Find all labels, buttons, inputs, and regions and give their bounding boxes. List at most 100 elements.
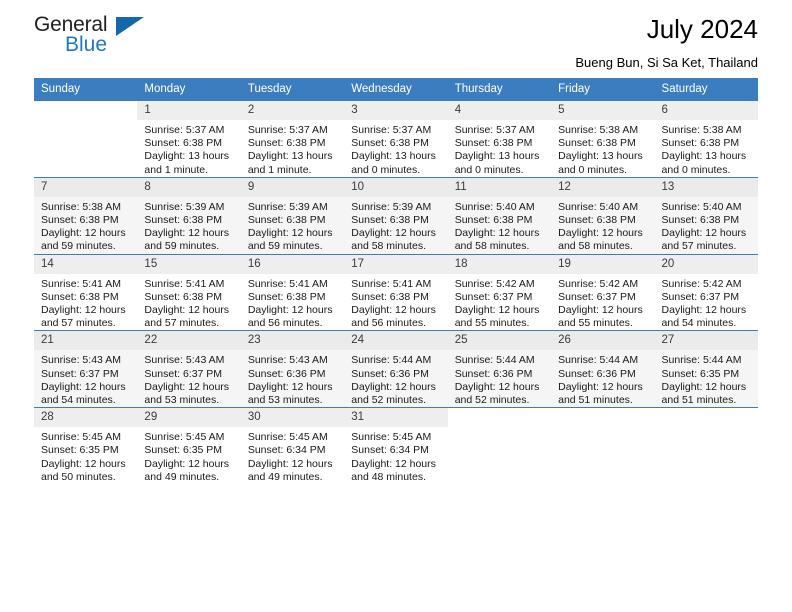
sun-info-line-sunrise: Sunrise: 5:43 AM	[41, 354, 121, 367]
day-sun-info: Sunrise: 5:44 AM Sunset: 6:36 PM Daylight:…	[551, 350, 654, 407]
day-number: 6	[654, 101, 758, 120]
calendar-day-cell[interactable]: 5 Sunrise: 5:38 AM Sunset: 6:38 PM Daylight…	[551, 100, 655, 178]
sun-info-line-sunrise: Sunrise: 5:45 AM	[351, 431, 432, 444]
sun-info-line-daylight-1: Daylight: 12 hours	[41, 457, 126, 470]
general-blue-logo[interactable]: General Blue	[34, 14, 154, 60]
day-number: 24	[344, 331, 448, 351]
sun-info-line-sunset: Sunset: 6:38 PM	[558, 137, 636, 150]
calendar-day-cell[interactable]: 31 Sunrise: 5:45 AM Sunset: 6:34 PM Dayligh…	[344, 407, 448, 485]
day-sun-info: Sunrise: 5:37 AM Sunset: 6:38 PM Daylight:…	[137, 120, 240, 177]
weekday-header-thursday: Thursday	[447, 78, 552, 101]
sun-info-line-sunset: Sunset: 6:34 PM	[247, 444, 326, 457]
day-cell-content: 4 Sunrise: 5:37 AM Sunset: 6:38 PM Daylight…	[447, 101, 552, 177]
day-number	[655, 408, 758, 427]
sun-info-line-daylight-1: Daylight: 12 hours	[247, 304, 333, 317]
calendar-day-cell[interactable]: 11 Sunrise: 5:40 AM Sunset: 6:38 PM Dayligh…	[447, 176, 552, 255]
day-number: 29	[137, 408, 241, 428]
day-number: 20	[654, 254, 758, 274]
calendar-day-cell[interactable]: 20 Sunrise: 5:42 AM Sunset: 6:37 PM Dayligh…	[654, 253, 758, 331]
day-cell-content: 15 Sunrise: 5:41 AM Sunset: 6:38 PM Dayligh…	[137, 254, 241, 331]
sun-info-line-daylight-1: Daylight: 13 hours	[454, 150, 540, 163]
day-number: 30	[240, 408, 345, 428]
sun-info-line-sunset: Sunset: 6:38 PM	[144, 290, 223, 303]
day-sun-info: Sunrise: 5:38 AM Sunset: 6:38 PM Daylight:…	[551, 120, 654, 177]
calendar-day-cell[interactable]: 3 Sunrise: 5:37 AM Sunset: 6:38 PM Daylight…	[344, 100, 448, 178]
calendar-day-cell[interactable]: 30 Sunrise: 5:45 AM Sunset: 6:34 PM Dayligh…	[240, 407, 345, 485]
day-number: 25	[447, 331, 552, 351]
sun-info-line-daylight-1: Daylight: 12 hours	[454, 304, 540, 317]
day-cell-content: 21 Sunrise: 5:43 AM Sunset: 6:37 PM Dayligh…	[34, 331, 138, 407]
day-sun-info: Sunrise: 5:43 AM Sunset: 6:37 PM Daylight:…	[137, 350, 240, 407]
day-sun-info: Sunrise: 5:40 AM Sunset: 6:38 PM Daylight:…	[551, 197, 654, 254]
sun-info-line-sunset: Sunset: 6:38 PM	[144, 137, 223, 150]
calendar-day-cell[interactable]: 7 Sunrise: 5:38 AM Sunset: 6:38 PM Daylight…	[34, 176, 138, 255]
calendar-day-cell[interactable]: 24 Sunrise: 5:44 AM Sunset: 6:36 PM Dayligh…	[344, 330, 448, 408]
calendar-day-cell[interactable]: 8 Sunrise: 5:39 AM Sunset: 6:38 PM Daylight…	[137, 176, 241, 255]
sun-info-line-sunset: Sunset: 6:38 PM	[351, 290, 429, 303]
sun-info-line-sunrise: Sunrise: 5:37 AM	[247, 124, 328, 136]
day-cell-content: 2 Sunrise: 5:37 AM Sunset: 6:38 PM Daylight…	[240, 101, 345, 177]
sun-info-line-daylight-2: and 58 minutes.	[351, 240, 426, 253]
sun-info-line-sunrise: Sunrise: 5:43 AM	[247, 354, 328, 367]
day-sun-info: Sunrise: 5:39 AM Sunset: 6:38 PM Daylight:…	[137, 197, 240, 254]
day-cell-content: 10 Sunrise: 5:39 AM Sunset: 6:38 PM Dayligh…	[344, 177, 448, 254]
day-sun-info: Sunrise: 5:37 AM Sunset: 6:38 PM Daylight:…	[241, 120, 344, 177]
calendar-day-cell[interactable]: 19 Sunrise: 5:42 AM Sunset: 6:37 PM Dayligh…	[551, 253, 655, 331]
sun-info-line-daylight-2: and 51 minutes.	[558, 394, 633, 407]
day-cell-content: 3 Sunrise: 5:37 AM Sunset: 6:38 PM Daylight…	[344, 101, 448, 177]
day-sun-info: Sunrise: 5:42 AM Sunset: 6:37 PM Daylight:…	[551, 274, 654, 331]
calendar-day-cell[interactable]: 25 Sunrise: 5:44 AM Sunset: 6:36 PM Dayligh…	[447, 330, 552, 408]
day-sun-info: Sunrise: 5:43 AM Sunset: 6:37 PM Daylight:…	[34, 350, 137, 407]
title-block: July 2024 Bueng Bun, Si Sa Ket, Thailand	[575, 14, 758, 71]
sun-info-line-daylight-2: and 59 minutes.	[41, 240, 116, 253]
sun-info-line-sunrise: Sunrise: 5:44 AM	[351, 354, 432, 367]
page-title: July 2024	[646, 14, 758, 44]
calendar-day-cell[interactable]: 17 Sunrise: 5:41 AM Sunset: 6:38 PM Dayligh…	[344, 253, 448, 331]
day-cell-content: 7 Sunrise: 5:38 AM Sunset: 6:38 PM Daylight…	[34, 177, 138, 254]
calendar-day-cell[interactable]: 2 Sunrise: 5:37 AM Sunset: 6:38 PM Daylight…	[240, 100, 345, 178]
sun-info-line-daylight-1: Daylight: 12 hours	[661, 380, 747, 393]
day-number: 10	[344, 177, 448, 197]
sun-info-line-daylight-2: and 58 minutes.	[558, 240, 633, 253]
calendar-day-cell-empty	[551, 407, 655, 485]
calendar-day-cell[interactable]: 14 Sunrise: 5:41 AM Sunset: 6:38 PM Dayligh…	[34, 253, 138, 331]
calendar-day-cell[interactable]: 27 Sunrise: 5:44 AM Sunset: 6:35 PM Dayligh…	[654, 330, 758, 408]
day-sun-info: Sunrise: 5:37 AM Sunset: 6:38 PM Daylight:…	[448, 120, 551, 177]
day-number: 9	[240, 177, 345, 197]
calendar-day-cell[interactable]: 10 Sunrise: 5:39 AM Sunset: 6:38 PM Dayligh…	[344, 176, 448, 255]
day-cell-content	[34, 101, 137, 177]
day-number: 16	[240, 254, 345, 274]
sun-info-line-sunrise: Sunrise: 5:40 AM	[454, 200, 535, 213]
calendar-day-cell[interactable]: 22 Sunrise: 5:43 AM Sunset: 6:37 PM Dayligh…	[137, 330, 241, 408]
calendar-page: General Blue July 2024 Bueng Bun, Si Sa …	[0, 0, 792, 612]
sun-info-line-daylight-1: Daylight: 12 hours	[454, 227, 540, 240]
calendar-day-cell[interactable]: 15 Sunrise: 5:41 AM Sunset: 6:38 PM Dayligh…	[137, 253, 241, 331]
day-cell-content: 23 Sunrise: 5:43 AM Sunset: 6:36 PM Dayligh…	[240, 331, 345, 407]
sun-info-line-sunrise: Sunrise: 5:37 AM	[351, 124, 432, 136]
sun-info-line-sunset: Sunset: 6:38 PM	[661, 137, 740, 150]
calendar-week-row: 1 Sunrise: 5:37 AM Sunset: 6:38 PM Daylight…	[34, 100, 758, 178]
calendar-day-cell[interactable]: 6 Sunrise: 5:38 AM Sunset: 6:38 PM Daylight…	[654, 100, 758, 178]
calendar-day-cell[interactable]: 1 Sunrise: 5:37 AM Sunset: 6:38 PM Daylight…	[137, 100, 241, 178]
day-cell-content	[655, 408, 758, 484]
calendar-day-cell[interactable]: 18 Sunrise: 5:42 AM Sunset: 6:37 PM Dayligh…	[447, 253, 552, 331]
day-number: 3	[344, 101, 448, 120]
sun-info-line-daylight-2: and 0 minutes.	[661, 163, 731, 176]
calendar-day-cell[interactable]: 16 Sunrise: 5:41 AM Sunset: 6:38 PM Dayligh…	[240, 253, 345, 331]
sun-info-line-daylight-1: Daylight: 12 hours	[558, 304, 643, 317]
calendar-day-cell[interactable]: 29 Sunrise: 5:45 AM Sunset: 6:35 PM Dayligh…	[137, 407, 241, 485]
sun-info-line-daylight-2: and 57 minutes.	[144, 317, 220, 330]
calendar-day-cell[interactable]: 21 Sunrise: 5:43 AM Sunset: 6:37 PM Dayligh…	[34, 330, 138, 408]
calendar-day-cell[interactable]: 4 Sunrise: 5:37 AM Sunset: 6:38 PM Daylight…	[447, 100, 552, 178]
calendar-day-cell[interactable]: 12 Sunrise: 5:40 AM Sunset: 6:38 PM Dayligh…	[551, 176, 655, 255]
calendar-day-cell[interactable]: 26 Sunrise: 5:44 AM Sunset: 6:36 PM Dayligh…	[551, 330, 655, 408]
day-cell-content: 14 Sunrise: 5:41 AM Sunset: 6:38 PM Dayligh…	[34, 254, 138, 331]
calendar-day-cell[interactable]: 23 Sunrise: 5:43 AM Sunset: 6:36 PM Dayligh…	[240, 330, 345, 408]
calendar-day-cell[interactable]: 13 Sunrise: 5:40 AM Sunset: 6:38 PM Dayligh…	[654, 176, 758, 255]
sun-info-line-sunrise: Sunrise: 5:41 AM	[41, 277, 121, 290]
sun-info-line-daylight-1: Daylight: 12 hours	[144, 457, 230, 470]
sun-info-line-daylight-1: Daylight: 12 hours	[454, 380, 540, 393]
calendar-day-cell[interactable]: 9 Sunrise: 5:39 AM Sunset: 6:38 PM Daylight…	[240, 176, 345, 255]
calendar-day-cell[interactable]: 28 Sunrise: 5:45 AM Sunset: 6:35 PM Dayligh…	[34, 407, 138, 485]
sun-info-line-sunrise: Sunrise: 5:41 AM	[247, 277, 328, 290]
